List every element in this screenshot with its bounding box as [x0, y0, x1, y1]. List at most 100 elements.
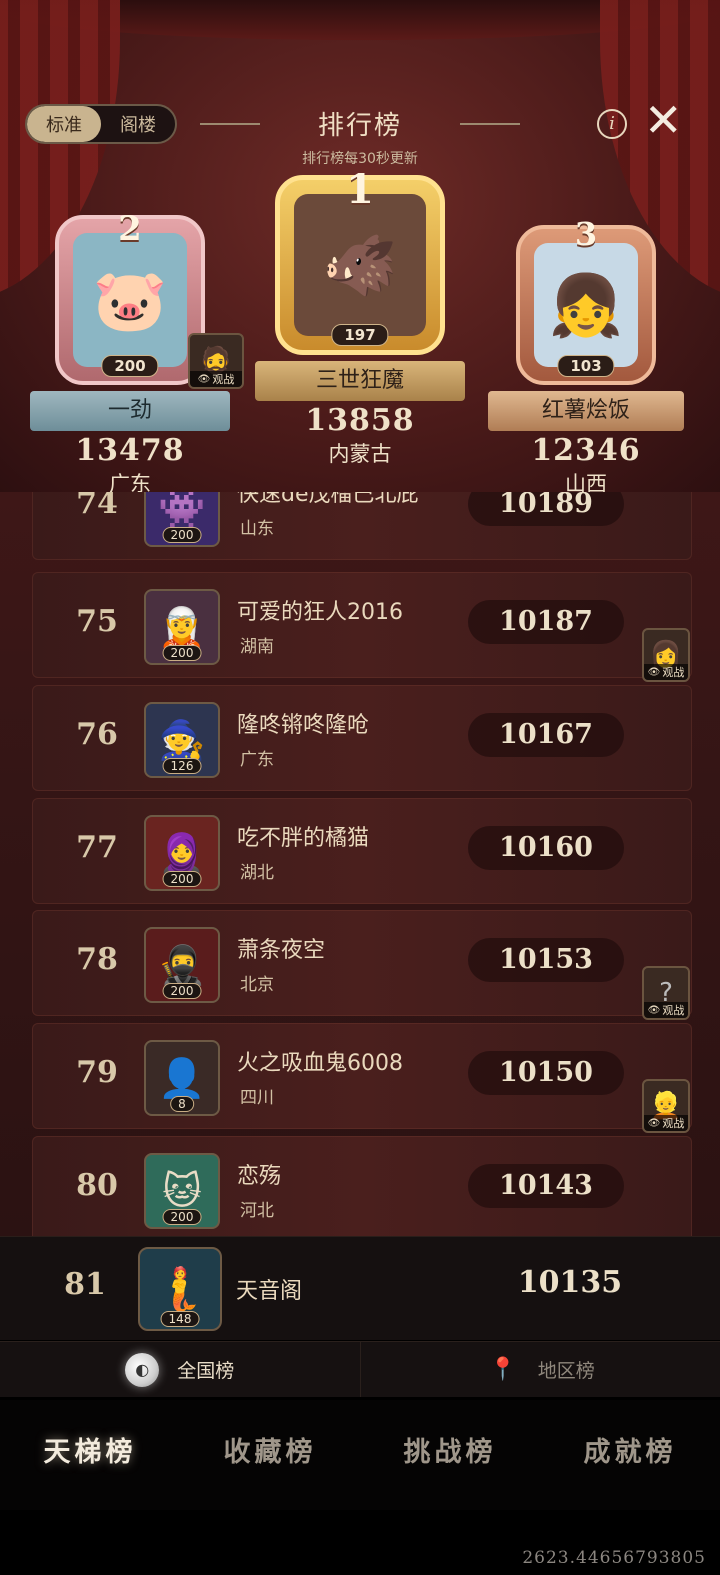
- score-third: 12346: [531, 433, 641, 468]
- player-score: 10189: [468, 492, 624, 526]
- player-score: 10167: [468, 713, 624, 757]
- nav-ladder[interactable]: 天梯榜: [0, 1400, 180, 1510]
- version-text: 2623.44656793805: [522, 1548, 706, 1568]
- row-rank: 77: [76, 830, 118, 865]
- mode-toggle: 标准 阁楼: [25, 104, 177, 144]
- ranking-row[interactable]: 79 👤 8 火之吸血鬼6008 四川 10150 👱 👁 观战: [32, 1023, 692, 1133]
- podium-first[interactable]: 🐗 1 197 三世狂魔 13858 内蒙古: [250, 166, 470, 468]
- nav-collection[interactable]: 收藏榜: [180, 1400, 360, 1510]
- nav-achievement[interactable]: 成就榜: [540, 1400, 720, 1510]
- level-badge-first: 197: [331, 324, 389, 346]
- name-ribbon-first: 三世狂魔: [255, 361, 465, 401]
- my-avatar[interactable]: 🧜 148: [138, 1247, 222, 1331]
- tab-national-label: 全国榜: [177, 1360, 235, 1382]
- avatar[interactable]: 🧕 200: [144, 815, 220, 891]
- row-rank: 79: [76, 1055, 118, 1090]
- player-name: 火之吸血鬼6008: [237, 1051, 403, 1076]
- rank-third: 3: [574, 215, 598, 253]
- avatar-third: 👧: [534, 243, 638, 367]
- my-name: 天音阁: [236, 1279, 303, 1304]
- avatar[interactable]: 🧙 126: [144, 702, 220, 778]
- player-name: 隆咚锵咚隆呛: [237, 713, 370, 738]
- ranking-row[interactable]: 74 👾 200 快速de茂榴巴北庇 山东 10189: [32, 492, 692, 560]
- avatar-first: 🐗: [294, 194, 426, 336]
- title-block: 排行榜 排行榜每30秒更新: [180, 105, 540, 168]
- close-icon[interactable]: ✕: [644, 96, 683, 144]
- player-name-second: 一劲: [107, 398, 152, 423]
- player-region: 四川: [240, 1088, 274, 1108]
- row-rank: 74: [76, 492, 118, 521]
- nav-challenge[interactable]: 挑战榜: [360, 1400, 540, 1510]
- scope-tabs: ◐ 全国榜 📍 地区榜: [0, 1341, 720, 1397]
- my-score: 10135: [517, 1265, 623, 1300]
- ranking-row[interactable]: 75 🧝 200 可爱的狂人2016 湖南 10187 👩 👁 观战: [32, 572, 692, 682]
- mode-standard-button[interactable]: 标准: [27, 106, 101, 142]
- tab-national[interactable]: ◐ 全国榜: [0, 1342, 360, 1397]
- region-first: 内蒙古: [328, 442, 392, 466]
- row-rank: 75: [76, 604, 118, 639]
- player-score: 10153: [468, 938, 624, 982]
- tab-regional[interactable]: 📍 地区榜: [359, 1342, 720, 1397]
- ranking-row[interactable]: 77 🧕 200 吃不胖的橘猫 湖北 10160: [32, 798, 692, 904]
- player-region: 北京: [240, 975, 274, 995]
- avatar[interactable]: 🧝 200: [144, 589, 220, 665]
- player-name: 快速de茂榴巴北庇: [237, 492, 419, 507]
- avatar-frame-third: 👧 3 103: [516, 215, 656, 385]
- eye-icon: 👁: [647, 1117, 661, 1129]
- rank-second: 2: [118, 209, 142, 249]
- my-rank-row[interactable]: 81 🧜 148 天音阁 10135: [0, 1236, 720, 1340]
- avatar-frame-first: 🐗 1 197: [275, 166, 445, 355]
- spectate-label: 观战: [662, 1117, 685, 1130]
- player-name: 萧条夜空: [237, 938, 326, 963]
- avatar-frame-second: 🐷 2 200: [55, 209, 205, 385]
- ranking-row[interactable]: 80 🐱 200 恋殇 河北 10143: [32, 1136, 692, 1236]
- info-icon[interactable]: i: [597, 109, 627, 139]
- page-subtitle: 排行榜每30秒更新: [302, 151, 418, 167]
- eye-icon: 👁: [647, 666, 661, 678]
- player-region: 湖北: [240, 863, 274, 883]
- my-rank: 81: [64, 1267, 106, 1302]
- player-region: 湖南: [240, 637, 274, 657]
- spectate-button[interactable]: 👩 👁 观战: [642, 628, 690, 682]
- player-name: 可爱的狂人2016: [237, 600, 403, 625]
- map-pin-icon: 📍: [489, 1357, 517, 1382]
- level-badge: 200: [162, 645, 202, 661]
- leaderboard-header: 标准 阁楼 排行榜 排行榜每30秒更新 i ✕ 🐷 2 200 一劲 13478…: [0, 0, 720, 500]
- name-ribbon-third: 红薯烩饭: [488, 391, 684, 431]
- podium-third[interactable]: 👧 3 103 红薯烩饭 12346 山西: [486, 215, 686, 498]
- player-score: 10160: [468, 826, 624, 870]
- level-badge: 200: [162, 871, 202, 887]
- ranking-list[interactable]: 74 👾 200 快速de茂榴巴北庇 山东 10189 75 🧝 200 可爱的…: [0, 492, 720, 1236]
- player-score: 10143: [468, 1164, 624, 1208]
- avatar[interactable]: 🐱 200: [144, 1153, 220, 1229]
- my-level-badge: 148: [160, 1311, 200, 1327]
- avatar[interactable]: 👤 8: [144, 1040, 220, 1116]
- avatar[interactable]: 🥷 200: [144, 927, 220, 1003]
- title-divider-left: [200, 123, 260, 125]
- level-badge: 200: [162, 1209, 202, 1225]
- rank-first: 1: [346, 166, 374, 213]
- eye-icon: 👁: [647, 1004, 661, 1016]
- spectate-button[interactable]: 👱 👁 观战: [642, 1079, 690, 1133]
- spectate-label: 观战: [662, 1004, 685, 1017]
- mode-attic-button[interactable]: 阁楼: [101, 106, 175, 142]
- player-region: 山东: [240, 519, 274, 539]
- name-ribbon-second: 一劲: [30, 391, 230, 431]
- ranking-row[interactable]: 76 🧙 126 隆咚锵咚隆呛 广东 10167: [32, 685, 692, 791]
- spectate-label: 观战: [212, 373, 235, 386]
- spectate-button-second[interactable]: 🧔 👁 观战: [188, 333, 244, 389]
- row-rank: 80: [76, 1168, 118, 1203]
- player-name-third: 红薯烩饭: [541, 398, 630, 423]
- level-badge: 200: [162, 527, 202, 543]
- score-second: 13478: [75, 433, 185, 468]
- player-score: 10187: [468, 600, 624, 644]
- player-name: 恋殇: [237, 1164, 282, 1189]
- player-region: 广东: [240, 750, 274, 770]
- avatar[interactable]: 👾 200: [144, 492, 220, 547]
- bottom-nav: 天梯榜 收藏榜 挑战榜 成就榜: [0, 1400, 720, 1510]
- player-region: 河北: [240, 1201, 274, 1221]
- spectate-button[interactable]: ? 👁 观战: [642, 966, 690, 1020]
- tab-regional-label: 地区榜: [537, 1360, 595, 1382]
- ranking-row[interactable]: 78 🥷 200 萧条夜空 北京 10153 ? 👁 观战: [32, 910, 692, 1020]
- globe-icon: ◐: [125, 1352, 160, 1387]
